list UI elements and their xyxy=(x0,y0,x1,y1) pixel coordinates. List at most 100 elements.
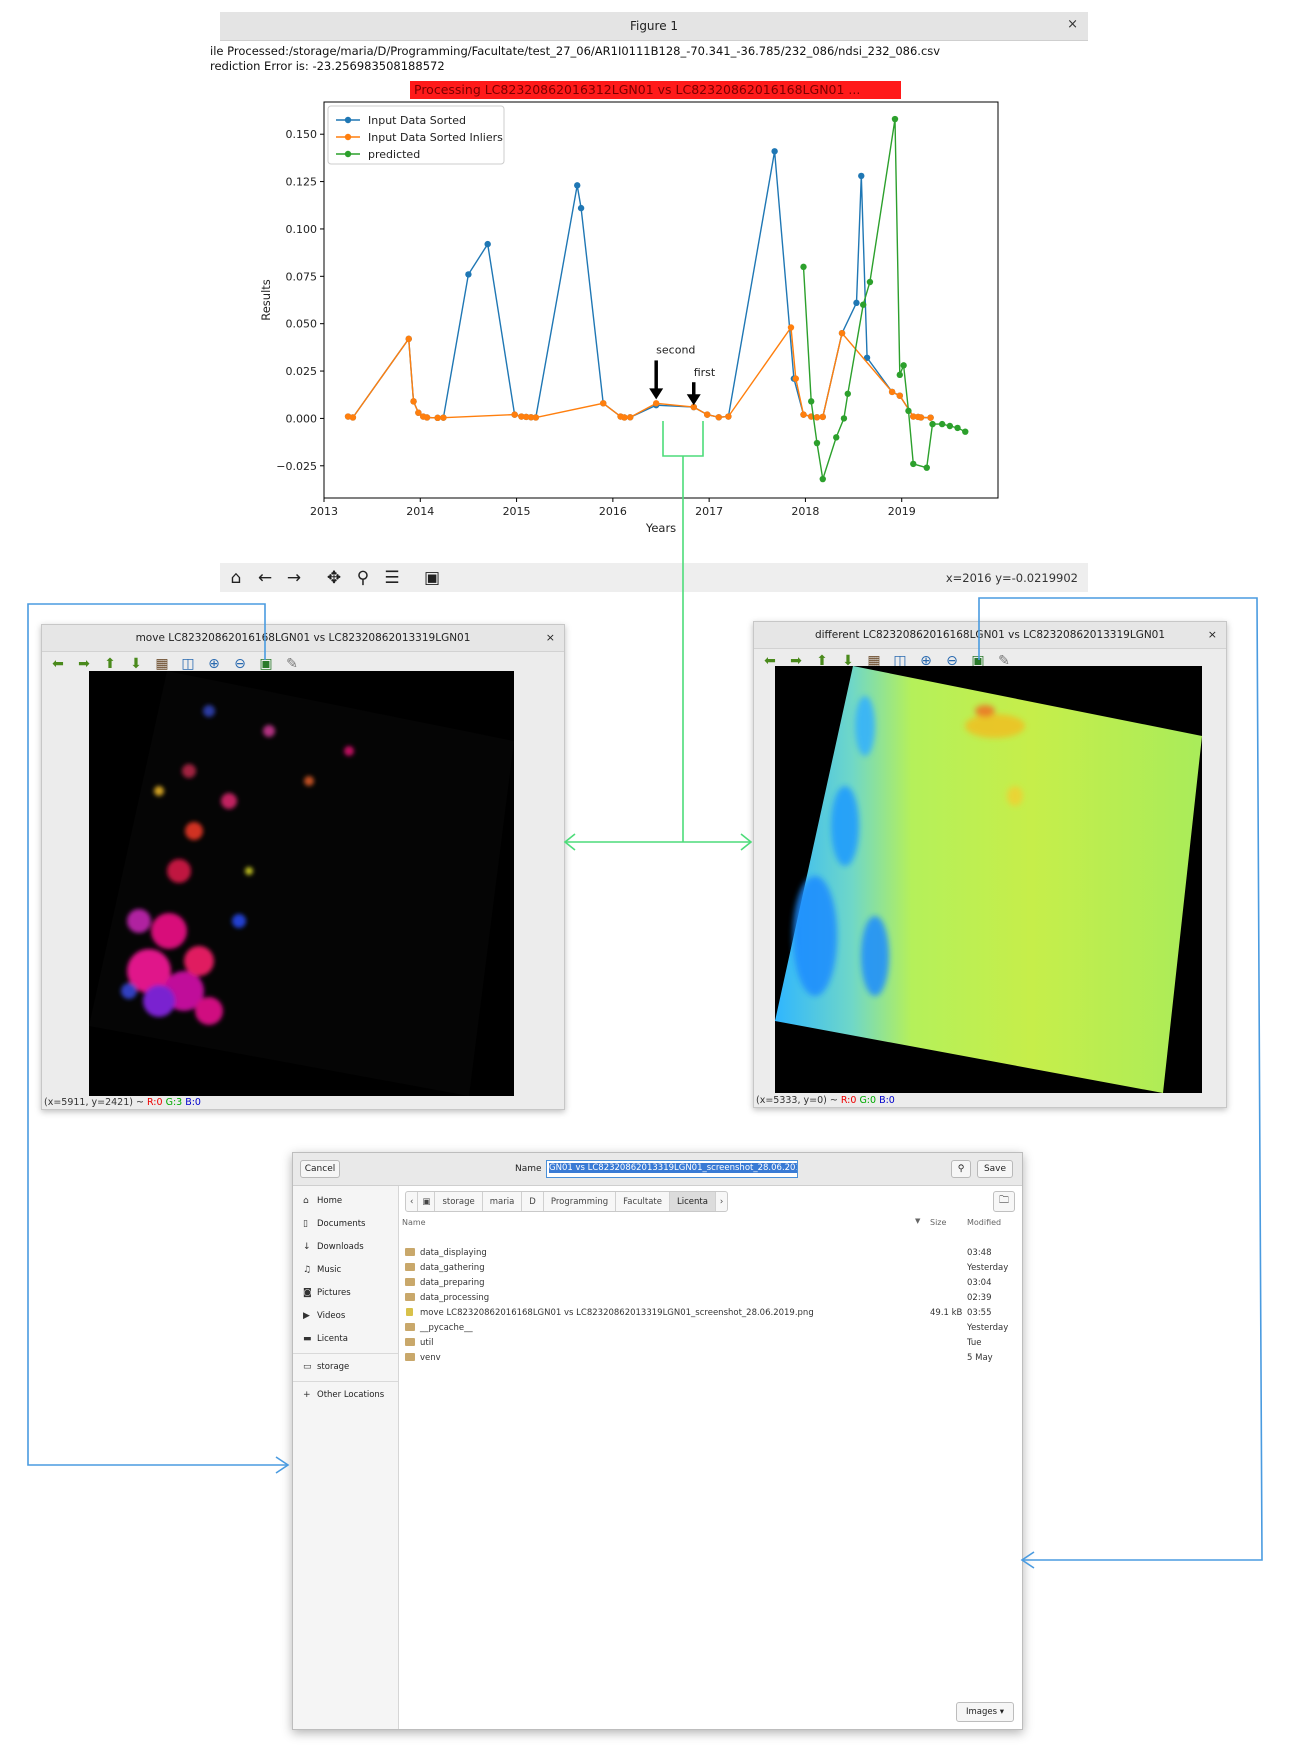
sidebar-item-storage[interactable]: ▭ storage xyxy=(303,1362,349,1372)
filename-input[interactable]: GN01 vs LC82320862013319LGN01_screenshot… xyxy=(546,1160,798,1178)
data-point xyxy=(440,414,447,421)
list-item[interactable]: __pycache__ Yesterday xyxy=(400,1321,1022,1336)
breadcrumb-licenta[interactable]: Licenta xyxy=(669,1192,716,1211)
zoom-icon[interactable]: ⚲ xyxy=(350,566,376,590)
data-point xyxy=(888,388,896,396)
home-icon[interactable]: ⌂ xyxy=(223,566,249,590)
list-item[interactable]: move LC82320862016168LGN01 vs LC82320862… xyxy=(400,1306,1022,1321)
breadcrumb-maria[interactable]: maria xyxy=(483,1192,523,1211)
breadcrumb-facultate[interactable]: Facultate xyxy=(616,1192,670,1211)
data-point xyxy=(792,375,799,382)
data-point xyxy=(891,115,899,123)
close-icon[interactable]: × xyxy=(1208,628,1217,641)
data-point xyxy=(808,398,815,405)
save-button[interactable]: Save xyxy=(977,1160,1013,1178)
back-arrow-icon[interactable]: ⬅ xyxy=(46,653,70,675)
file-name: __pycache__ xyxy=(420,1323,473,1333)
list-item[interactable]: data_processing 02:39 xyxy=(400,1291,1022,1306)
sidebar-item-home[interactable]: ⌂ Home xyxy=(303,1196,342,1206)
download-icon: ↓ xyxy=(303,1242,311,1252)
sidebar-item-label: Videos xyxy=(317,1311,346,1321)
file-name: move LC82320862016168LGN01 vs LC82320862… xyxy=(420,1308,814,1318)
sidebar-item-label: Documents xyxy=(317,1219,366,1229)
legend-label: Input Data Sorted Inliers xyxy=(368,131,503,144)
data-point xyxy=(946,422,954,430)
file-type-filter[interactable]: Images ▾ xyxy=(956,1702,1014,1722)
file-modified: 03:48 xyxy=(967,1248,992,1258)
column-size[interactable]: Size xyxy=(930,1218,946,1227)
chevron-right-icon[interactable]: › xyxy=(716,1192,727,1211)
cancel-button[interactable]: Cancel xyxy=(300,1160,340,1178)
list-item[interactable]: util Tue xyxy=(400,1336,1022,1351)
sidebar-item-videos[interactable]: ▶ Videos xyxy=(303,1311,345,1321)
x-tick-label: 2017 xyxy=(695,505,723,518)
y-tick-label: 0.100 xyxy=(286,223,318,236)
list-item[interactable]: venv 5 May xyxy=(400,1351,1022,1366)
results-chart[interactable]: 2013 2014 2015 2016 2017 2018 2019 −0.025 0.000 0… xyxy=(0,0,1294,560)
breadcrumb-storage[interactable]: storage xyxy=(435,1192,483,1211)
breadcrumb-programming[interactable]: Programming xyxy=(544,1192,617,1211)
dialog-header: Cancel Name GN01 vs LC82320862013319LGN0… xyxy=(293,1153,1022,1186)
close-icon[interactable]: × xyxy=(546,631,555,644)
file-name: data_displaying xyxy=(420,1248,487,1258)
move-diff-image xyxy=(89,671,514,1096)
data-point xyxy=(819,475,826,483)
sort-down-icon[interactable]: ▼ xyxy=(915,1217,920,1225)
music-icon: ♫ xyxy=(303,1265,312,1275)
data-point xyxy=(910,460,917,468)
right-viewer-image[interactable] xyxy=(775,666,1202,1093)
sidebar-item-label: Downloads xyxy=(317,1242,364,1252)
sidebar-item-pictures[interactable]: ◙ Pictures xyxy=(303,1288,351,1298)
data-point xyxy=(787,324,795,331)
configure-subplots-icon[interactable]: ☰ xyxy=(379,566,405,590)
breadcrumb-d[interactable]: D xyxy=(522,1192,544,1211)
column-modified[interactable]: Modified xyxy=(967,1218,1001,1227)
data-point xyxy=(917,414,925,421)
data-point xyxy=(896,392,903,399)
list-item[interactable]: data_preparing 03:04 xyxy=(400,1276,1022,1291)
save-file-dialog: Cancel Name GN01 vs LC82320862013319LGN0… xyxy=(292,1152,1023,1730)
folder-icon xyxy=(405,1248,415,1256)
sidebar-item-documents[interactable]: ▯ Documents xyxy=(303,1219,365,1229)
left-viewer-titlebar: move LC82320862016168LGN01 vs LC82320862… xyxy=(42,625,564,652)
blue-value: B:0 xyxy=(879,1095,895,1106)
data-point xyxy=(800,263,807,271)
list-item[interactable]: data_displaying 03:48 xyxy=(400,1246,1022,1261)
red-value: R:0 xyxy=(840,1095,857,1106)
blue-value: B:0 xyxy=(185,1097,201,1108)
save-icon[interactable]: ▣ xyxy=(419,566,445,590)
filter-label: Images xyxy=(965,1707,998,1717)
back-arrow-icon[interactable]: ← xyxy=(252,566,278,590)
video-icon: ▶ xyxy=(303,1311,310,1321)
file-name: data_processing xyxy=(420,1293,490,1303)
file-list-header: Name ▼ Size Modified xyxy=(400,1216,1022,1230)
file-modified: 02:39 xyxy=(967,1293,992,1303)
drive-icon[interactable]: ▣ xyxy=(418,1192,436,1211)
data-point xyxy=(858,172,865,180)
column-name[interactable]: Name xyxy=(402,1218,426,1227)
folder-icon xyxy=(405,1338,415,1346)
file-modified: Yesterday xyxy=(967,1323,1009,1333)
search-icon[interactable]: ⚲ xyxy=(951,1160,971,1178)
data-point xyxy=(511,411,518,418)
data-point xyxy=(905,407,912,415)
sidebar-item-label: Home xyxy=(317,1196,343,1206)
sidebar-item-music[interactable]: ♫ Music xyxy=(303,1265,341,1275)
data-point xyxy=(725,413,732,420)
camera-icon: ◙ xyxy=(303,1288,312,1298)
file-modified: 03:55 xyxy=(967,1308,992,1318)
pan-icon[interactable]: ✥ xyxy=(321,566,347,590)
sidebar-item-other-locations[interactable]: + Other Locations xyxy=(303,1390,384,1400)
data-point xyxy=(577,204,585,212)
list-item[interactable]: data_gathering Yesterday xyxy=(400,1261,1022,1276)
x-tick-label: 2015 xyxy=(503,505,531,518)
data-point xyxy=(621,414,628,421)
chevron-left-icon[interactable]: ‹ xyxy=(406,1192,419,1211)
forward-arrow-icon[interactable]: → xyxy=(281,566,307,590)
sidebar-item-downloads[interactable]: ↓ Downloads xyxy=(303,1242,364,1252)
left-viewer-image[interactable] xyxy=(89,671,514,1096)
new-folder-icon[interactable]: 🗀 xyxy=(993,1191,1015,1212)
y-tick-label: 0.050 xyxy=(286,318,318,331)
left-viewer-title: move LC82320862016168LGN01 vs LC82320862… xyxy=(135,632,471,644)
sidebar-item-licenta[interactable]: ▬ Licenta xyxy=(303,1334,348,1344)
